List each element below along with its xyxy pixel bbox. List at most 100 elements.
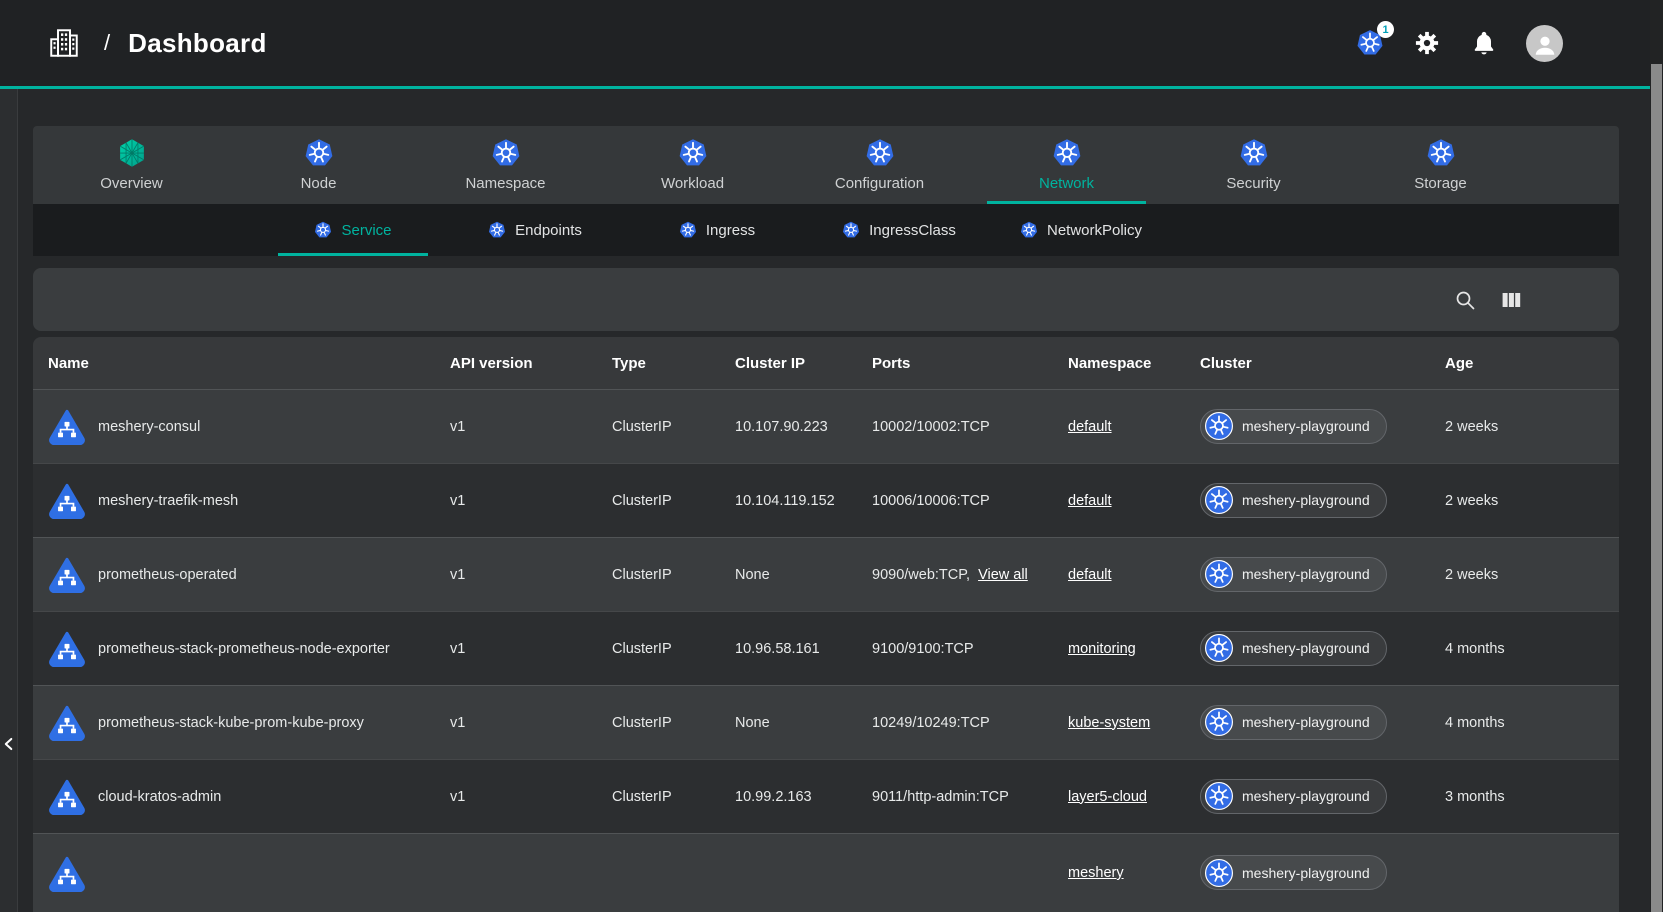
service-name: prometheus-operated [98,567,237,583]
cluster-cell: meshery-playground [1200,705,1445,741]
nav-tab[interactable]: Workload [599,126,786,204]
table-header-row: Name API version Type Cluster IP Ports N… [33,337,1619,389]
sub-tab[interactable]: IngressClass [808,204,990,256]
service-triangle-icon [48,630,86,667]
age-cell: 2 weeks [1445,419,1619,435]
chevron-left-icon[interactable] [0,733,20,759]
namespace-link[interactable]: layer5-cloud [1068,789,1147,805]
kubernetes-context-button[interactable]: 1 [1355,28,1385,58]
cluster-chip[interactable]: meshery-playground [1200,409,1387,444]
page-title: Dashboard [128,28,267,59]
table-row[interactable]: cloud-kratos-admin v1 ClusterIP 10.99.2.… [33,759,1619,833]
nav-tab[interactable]: Security [1160,126,1347,204]
sub-tab[interactable]: Ingress [626,204,808,256]
ports-cell: 9090/web:TCP, View all [872,567,1068,583]
view-columns-icon[interactable] [1499,288,1523,312]
kubernetes-icon [678,138,708,168]
ports-value: 10249/10249:TCP [872,715,990,731]
cluster-chip-label: meshery-playground [1242,418,1370,434]
services-table: Name API version Type Cluster IP Ports N… [33,337,1619,912]
namespace-link[interactable]: default [1068,567,1112,583]
nav-tab-label: Workload [661,175,724,192]
nav-tab[interactable]: Node [225,126,412,204]
header-actions: 1 [1355,25,1563,62]
cluster-ip-cell: 10.104.119.152 [735,493,872,509]
kubernetes-icon [679,221,697,239]
column-header-namespace[interactable]: Namespace [1068,355,1200,372]
sub-tab-label: Service [341,222,391,239]
notifications-bell-icon[interactable] [1469,28,1499,58]
active-subtab-indicator [278,253,428,256]
ports-value: 9011/http-admin:TCP [872,789,1009,805]
column-header-type[interactable]: Type [612,355,735,372]
view-all-ports-link[interactable]: View all [978,567,1028,583]
nav-tab-label: Security [1226,175,1280,192]
cluster-chip[interactable]: meshery-playground [1200,855,1387,890]
namespace-link[interactable]: default [1068,493,1112,509]
sub-tab-label: IngressClass [869,222,956,239]
nav-tab[interactable]: Overview [38,126,225,204]
namespace-cell: kube-system [1068,715,1200,731]
column-header-cluster-ip[interactable]: Cluster IP [735,355,872,372]
service-name-cell: cloud-kratos-admin [48,778,450,815]
sub-tab-label: NetworkPolicy [1047,222,1142,239]
search-icon[interactable] [1453,288,1477,312]
cluster-chip[interactable]: meshery-playground [1200,557,1387,592]
service-name: prometheus-stack-prometheus-node-exporte… [98,641,390,657]
ports-value: 10006/10006:TCP [872,493,990,509]
user-avatar[interactable] [1526,25,1563,62]
kubernetes-icon [1020,221,1038,239]
column-header-cluster[interactable]: Cluster [1200,355,1445,372]
nav-tab[interactable]: Network [973,126,1160,204]
cluster-chip[interactable]: meshery-playground [1200,483,1387,518]
service-name-cell: prometheus-operated [48,556,450,593]
column-header-name[interactable]: Name [48,355,450,372]
table-row[interactable]: prometheus-stack-prometheus-node-exporte… [33,611,1619,685]
namespace-cell: monitoring [1068,641,1200,657]
api-version-cell: v1 [450,715,612,731]
meshery-overview-icon [117,138,147,168]
namespace-cell: default [1068,567,1200,583]
type-cell: ClusterIP [612,715,735,731]
cluster-chip[interactable]: meshery-playground [1200,705,1387,740]
nav-tab-label: Overview [100,175,163,192]
table-row[interactable]: meshery-traefik-mesh v1 ClusterIP 10.104… [33,463,1619,537]
column-header-age[interactable]: Age [1445,355,1619,372]
api-version-cell: v1 [450,419,612,435]
cluster-cell: meshery-playground [1200,409,1445,445]
column-header-ports[interactable]: Ports [872,355,1068,372]
column-header-api-version[interactable]: API version [450,355,612,372]
settings-gear-icon[interactable] [1412,28,1442,58]
cluster-cell: meshery-playground [1200,557,1445,593]
service-triangle-icon [48,556,86,593]
table-row[interactable]: meshery meshery-playground [33,833,1619,912]
sub-tab[interactable]: Endpoints [444,204,626,256]
network-subtabs: Service Endpoints Ingress Ing [33,204,1619,256]
namespace-link[interactable]: kube-system [1068,715,1150,731]
namespace-link[interactable]: meshery [1068,865,1124,881]
table-row[interactable]: prometheus-operated v1 ClusterIP None 90… [33,537,1619,611]
kubernetes-icon [1205,708,1233,736]
namespace-link[interactable]: default [1068,419,1112,435]
table-row[interactable]: prometheus-stack-kube-prom-kube-proxy v1… [33,685,1619,759]
kubernetes-icon [1052,138,1082,168]
nav-tab[interactable]: Namespace [412,126,599,204]
nav-tab[interactable]: Configuration [786,126,973,204]
age-cell: 4 months [1445,641,1619,657]
sub-tab[interactable]: Service [262,204,444,256]
ports-cell: 10006/10006:TCP [872,493,1068,509]
sub-tab-label: Endpoints [515,222,582,239]
sub-tab[interactable]: NetworkPolicy [990,204,1172,256]
service-name-cell: prometheus-stack-prometheus-node-exporte… [48,630,450,667]
cluster-ip-cell: 10.99.2.163 [735,789,872,805]
scrollbar-thumb[interactable] [1651,64,1662,912]
kubernetes-icon [1205,486,1233,514]
cluster-chip[interactable]: meshery-playground [1200,779,1387,814]
kubernetes-icon [1205,560,1233,588]
nav-tab[interactable]: Storage [1347,126,1534,204]
namespace-cell: meshery [1068,865,1200,881]
organization-icon[interactable] [46,25,82,61]
namespace-link[interactable]: monitoring [1068,641,1136,657]
cluster-chip[interactable]: meshery-playground [1200,631,1387,666]
table-row[interactable]: meshery-consul v1 ClusterIP 10.107.90.22… [33,389,1619,463]
